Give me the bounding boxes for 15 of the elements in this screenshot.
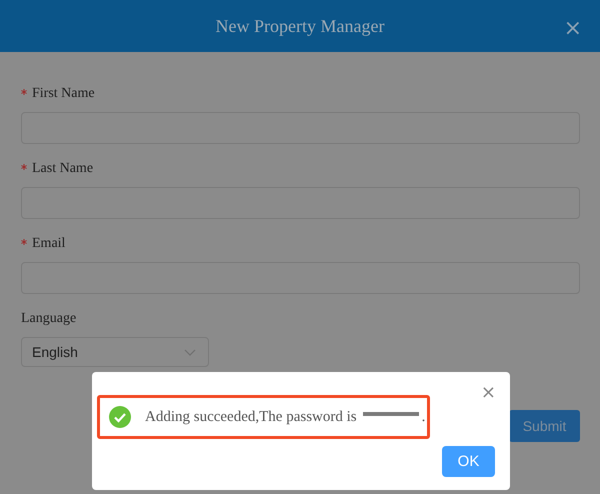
- field-label: First Name: [32, 86, 95, 102]
- message-text: Adding succeeded,The password is: [145, 408, 357, 426]
- ok-button[interactable]: OK: [442, 446, 495, 477]
- redaction-bar: [362, 412, 419, 416]
- dialog-title: New Property Manager: [216, 16, 384, 36]
- success-check-icon: [109, 406, 131, 428]
- close-button[interactable]: ×: [564, 18, 582, 40]
- submit-button[interactable]: Submit: [509, 410, 580, 442]
- message-period: .: [422, 408, 426, 426]
- field-label: Last Name: [32, 161, 94, 177]
- field-label: Language: [21, 311, 76, 327]
- chevron-icon: [184, 348, 196, 356]
- language-select[interactable]: English: [21, 337, 209, 367]
- field-label: Email: [32, 236, 66, 252]
- close-button[interactable]: ×: [480, 384, 496, 402]
